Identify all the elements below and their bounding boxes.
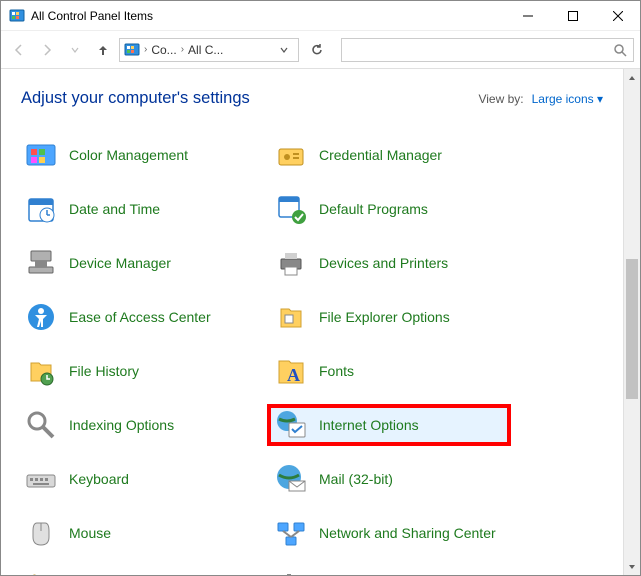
vertical-scrollbar[interactable] [623, 69, 640, 575]
minimize-button[interactable] [505, 1, 550, 30]
ease-of-access-icon [25, 301, 57, 333]
search-box[interactable] [341, 38, 634, 62]
page-heading: Adjust your computer's settings [21, 89, 478, 108]
cp-item-label: Network and Sharing Center [319, 525, 496, 541]
viewby-dropdown[interactable]: Large icons ▾ [532, 92, 603, 106]
titlebar: All Control Panel Items [1, 1, 640, 31]
window: All Control Panel Items › Co... › All C.… [0, 0, 641, 576]
keyboard-icon [25, 463, 57, 495]
mail-icon [275, 463, 307, 495]
cp-item-mouse[interactable]: Mouse [21, 516, 271, 550]
internet-options-icon [275, 409, 307, 441]
cp-item-file-history[interactable]: File History [21, 354, 271, 388]
address-dropdown[interactable] [274, 45, 294, 55]
search-icon[interactable] [613, 43, 627, 57]
power-options-icon [275, 571, 307, 575]
breadcrumb-sep-icon: › [144, 44, 147, 55]
address-bar[interactable]: › Co... › All C... [119, 38, 299, 62]
cp-item-label: Color Management [69, 147, 188, 163]
file-explorer-options-icon [275, 301, 307, 333]
cp-item-credential-manager[interactable]: Credential Manager [271, 138, 521, 172]
cp-item-device-manager[interactable]: Device Manager [21, 246, 271, 280]
cp-item-default-programs[interactable]: Default Programs [271, 192, 521, 226]
cp-item-mail[interactable]: Mail (32-bit) [271, 462, 521, 496]
devices-and-printers-icon [275, 247, 307, 279]
control-panel-breadcrumb-icon [124, 42, 140, 58]
cp-item-ease-of-access[interactable]: Ease of Access Center [21, 300, 271, 334]
phone-and-modem-icon [25, 571, 57, 575]
refresh-button[interactable] [303, 38, 331, 62]
cp-item-power-options[interactable]: Power Options [271, 570, 521, 575]
cp-item-label: Default Programs [319, 201, 428, 217]
credential-manager-icon [275, 139, 307, 171]
breadcrumb-crumb-1[interactable]: Co... [151, 43, 176, 57]
cp-item-label: File Explorer Options [319, 309, 450, 325]
cp-item-color-management[interactable]: Color Management [21, 138, 271, 172]
mouse-icon [25, 517, 57, 549]
cp-item-label: Mouse [69, 525, 111, 541]
network-sharing-icon [275, 517, 307, 549]
search-input[interactable] [348, 43, 613, 57]
color-management-icon [25, 139, 57, 171]
cp-item-keyboard[interactable]: Keyboard [21, 462, 271, 496]
cp-item-network-sharing[interactable]: Network and Sharing Center [271, 516, 521, 550]
cp-item-fonts[interactable]: Fonts [271, 354, 521, 388]
cp-item-label: Devices and Printers [319, 255, 448, 271]
toolbar: › Co... › All C... [1, 31, 640, 69]
cp-item-label: Indexing Options [69, 417, 174, 433]
file-history-icon [25, 355, 57, 387]
cp-item-label: Ease of Access Center [69, 309, 211, 325]
cp-item-label: Keyboard [69, 471, 129, 487]
breadcrumb-crumb-2[interactable]: All C... [188, 43, 223, 57]
back-button[interactable] [7, 38, 31, 62]
cp-item-label: Mail (32-bit) [319, 471, 393, 487]
indexing-options-icon [25, 409, 57, 441]
cp-item-label: File History [69, 363, 139, 379]
cp-item-label: Credential Manager [319, 147, 442, 163]
breadcrumb-sep-icon: › [181, 44, 184, 55]
cp-item-indexing-options[interactable]: Indexing Options [21, 408, 271, 442]
default-programs-icon [275, 193, 307, 225]
cp-item-phone-and-modem[interactable]: Phone and Modem [21, 570, 271, 575]
cp-item-devices-and-printers[interactable]: Devices and Printers [271, 246, 521, 280]
forward-button[interactable] [35, 38, 59, 62]
recent-dropdown[interactable] [63, 38, 87, 62]
date-and-time-icon [25, 193, 57, 225]
window-title: All Control Panel Items [31, 9, 505, 23]
cp-item-label: Device Manager [69, 255, 171, 271]
content-area: Adjust your computer's settings View by:… [1, 69, 623, 575]
cp-item-label: Fonts [319, 363, 354, 379]
control-panel-app-icon [9, 8, 25, 24]
maximize-button[interactable] [550, 1, 595, 30]
fonts-icon [275, 355, 307, 387]
viewby-label: View by: [478, 92, 523, 106]
up-button[interactable] [91, 38, 115, 62]
cp-item-internet-options[interactable]: Internet Options [271, 408, 507, 442]
scroll-down-button[interactable] [624, 558, 640, 575]
device-manager-icon [25, 247, 57, 279]
scroll-thumb[interactable] [626, 259, 638, 399]
cp-item-label: Internet Options [319, 417, 419, 433]
cp-item-label: Date and Time [69, 201, 160, 217]
close-button[interactable] [595, 1, 640, 30]
scroll-up-button[interactable] [624, 69, 640, 86]
cp-item-date-and-time[interactable]: Date and Time [21, 192, 271, 226]
cp-item-file-explorer-options[interactable]: File Explorer Options [271, 300, 521, 334]
